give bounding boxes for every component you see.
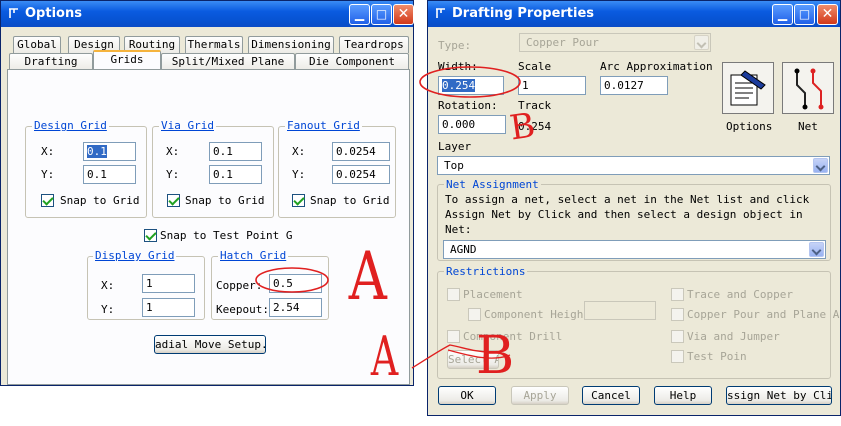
annotation-letter-b-small: B [507,105,538,149]
annotation-letter-b-large: B [476,326,515,386]
annotation-letter-a-small: A [370,325,399,388]
annotation-circle-copper [255,267,329,293]
tab-grids[interactable]: Grids [93,50,161,69]
annotation-letter-a-large: A [348,238,387,315]
annotation-circle-width [419,66,521,98]
